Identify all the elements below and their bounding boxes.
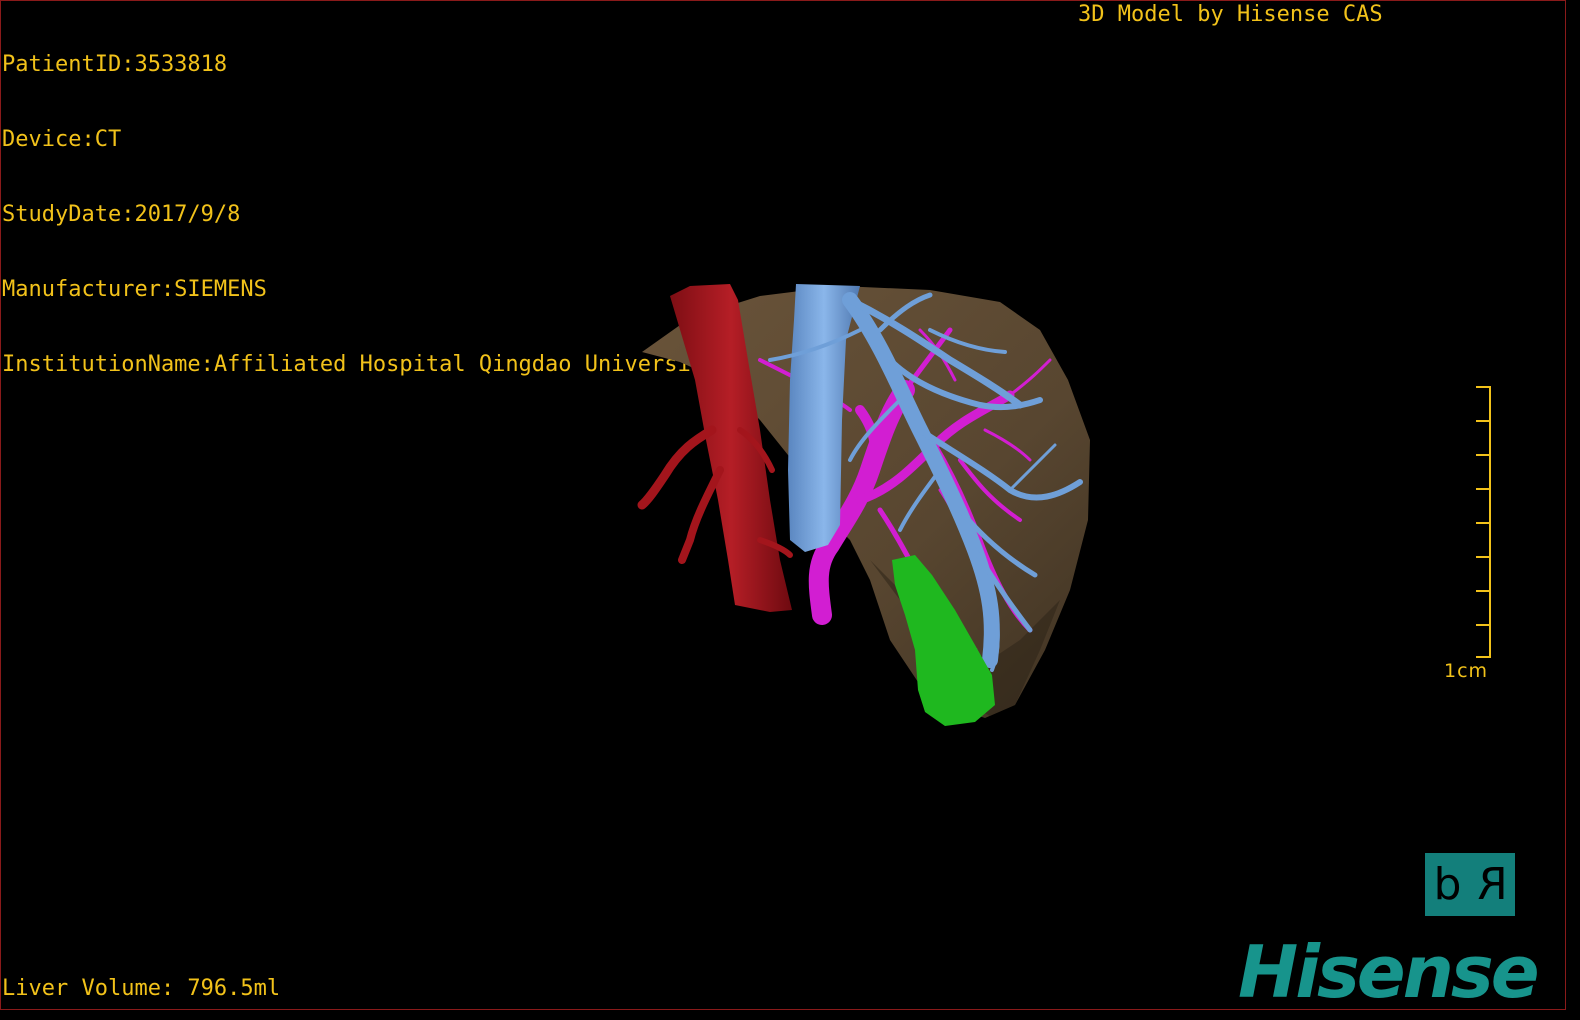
orientation-left-glyph: d [1433,859,1462,910]
liver-3d-model-viewport[interactable] [0,0,1580,1020]
liver-volume-text: Liver Volume: 796.5ml [2,976,281,1001]
scale-bar [1476,386,1491,658]
scale-bar-label: 1cm [1444,660,1489,682]
orientation-right-glyph: R [1477,859,1508,910]
orientation-cube[interactable]: d R [1425,853,1515,916]
hisense-logo: Hisense [1238,930,1540,1014]
